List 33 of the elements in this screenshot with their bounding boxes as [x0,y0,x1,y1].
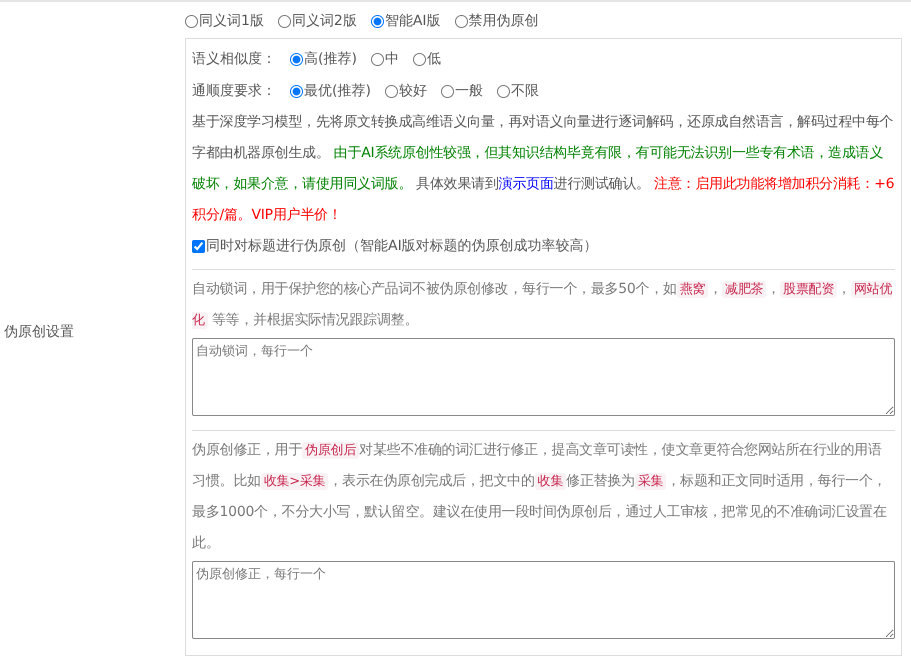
option-label[interactable]: 不限 [510,82,539,100]
radio-button[interactable] [185,14,198,28]
radio-button[interactable] [440,84,454,98]
option-label[interactable]: 较好 [398,82,427,100]
corrections-field[interactable]: 伪原创修正，每行一个 [192,561,895,639]
radio-button[interactable] [370,52,384,66]
option-label[interactable]: 一般 [454,82,483,100]
option-label[interactable]: 智能AI版 [384,12,441,30]
option-label[interactable]: 中 [384,50,399,68]
radio-button[interactable] [384,84,398,98]
option-label[interactable]: 高(推荐) [304,50,357,68]
corrections-description: 伪原创修正，用于 伪原创后 对某些不准确的词汇进行修正，提高文章可读性，使文章更符合您网站所在行业的用语习惯。比如 收集>采集 ，表示在伪原创完成后，把文中的 收集 修正替换为 采集 ，标题和正文同时适用，每行一个，最多1000个，不分大小写，默认留空。建议在使用一段时间伪原创后，通过人工审核，把常见的不准确词汇设置在此。 [192,441,888,553]
option-label[interactable]: 禁用伪原创 [468,12,539,30]
radio-button[interactable] [370,14,384,28]
field-label: 语义相似度： [192,50,276,68]
lock-words-description: 自动锁词，用于保护您的核心产品词不被伪原创修改，每行一个，最多50个，如 燕窝 ， 减肥茶 ， 股票配资 ， 网站优化 等等，并根据实际情况跟踪调整。 [192,280,894,331]
lock-words-field[interactable]: 自动锁词，每行一个 [192,338,895,416]
checkbox-label[interactable]: 同时对标题进行伪原创（智能AI版对标题的伪原创成功率较高） [206,237,598,255]
radio-button[interactable] [454,14,468,28]
demo-page-link[interactable]: 演示页面 [498,176,554,192]
ai-description: 基于深度学习模型，先将原文转换成高维语义向量，再对语义向量进行逐词解码，还原成自然语言，解码过程中每个字都由机器原创生成。 由于AI系统原创性较强，但其知识结构毕竟有限，有可能无法识别一些专有术语，造成语义破坏，如果介意，请使用同义词版。 具体效果请到演示页面进行测试确认。 注意：启用此功能将增加积分消耗：+6积分/篇。VIP用户半价！ [192,113,895,225]
option-label[interactable]: 同义词2版 [292,12,357,30]
radio-button[interactable] [278,14,291,28]
option-label[interactable]: 最优(推荐) [304,82,371,100]
radio-button[interactable] [290,52,303,66]
radio-button[interactable] [290,84,303,98]
radio-button[interactable] [412,52,426,66]
settings-label: 伪原创设置 [4,323,74,341]
option-label[interactable]: 同义词1版 [199,12,264,30]
field-label: 通顺度要求： [192,82,276,100]
option-label[interactable]: 低 [426,50,441,68]
checkbox[interactable] [192,240,205,252]
radio-button[interactable] [496,84,510,98]
